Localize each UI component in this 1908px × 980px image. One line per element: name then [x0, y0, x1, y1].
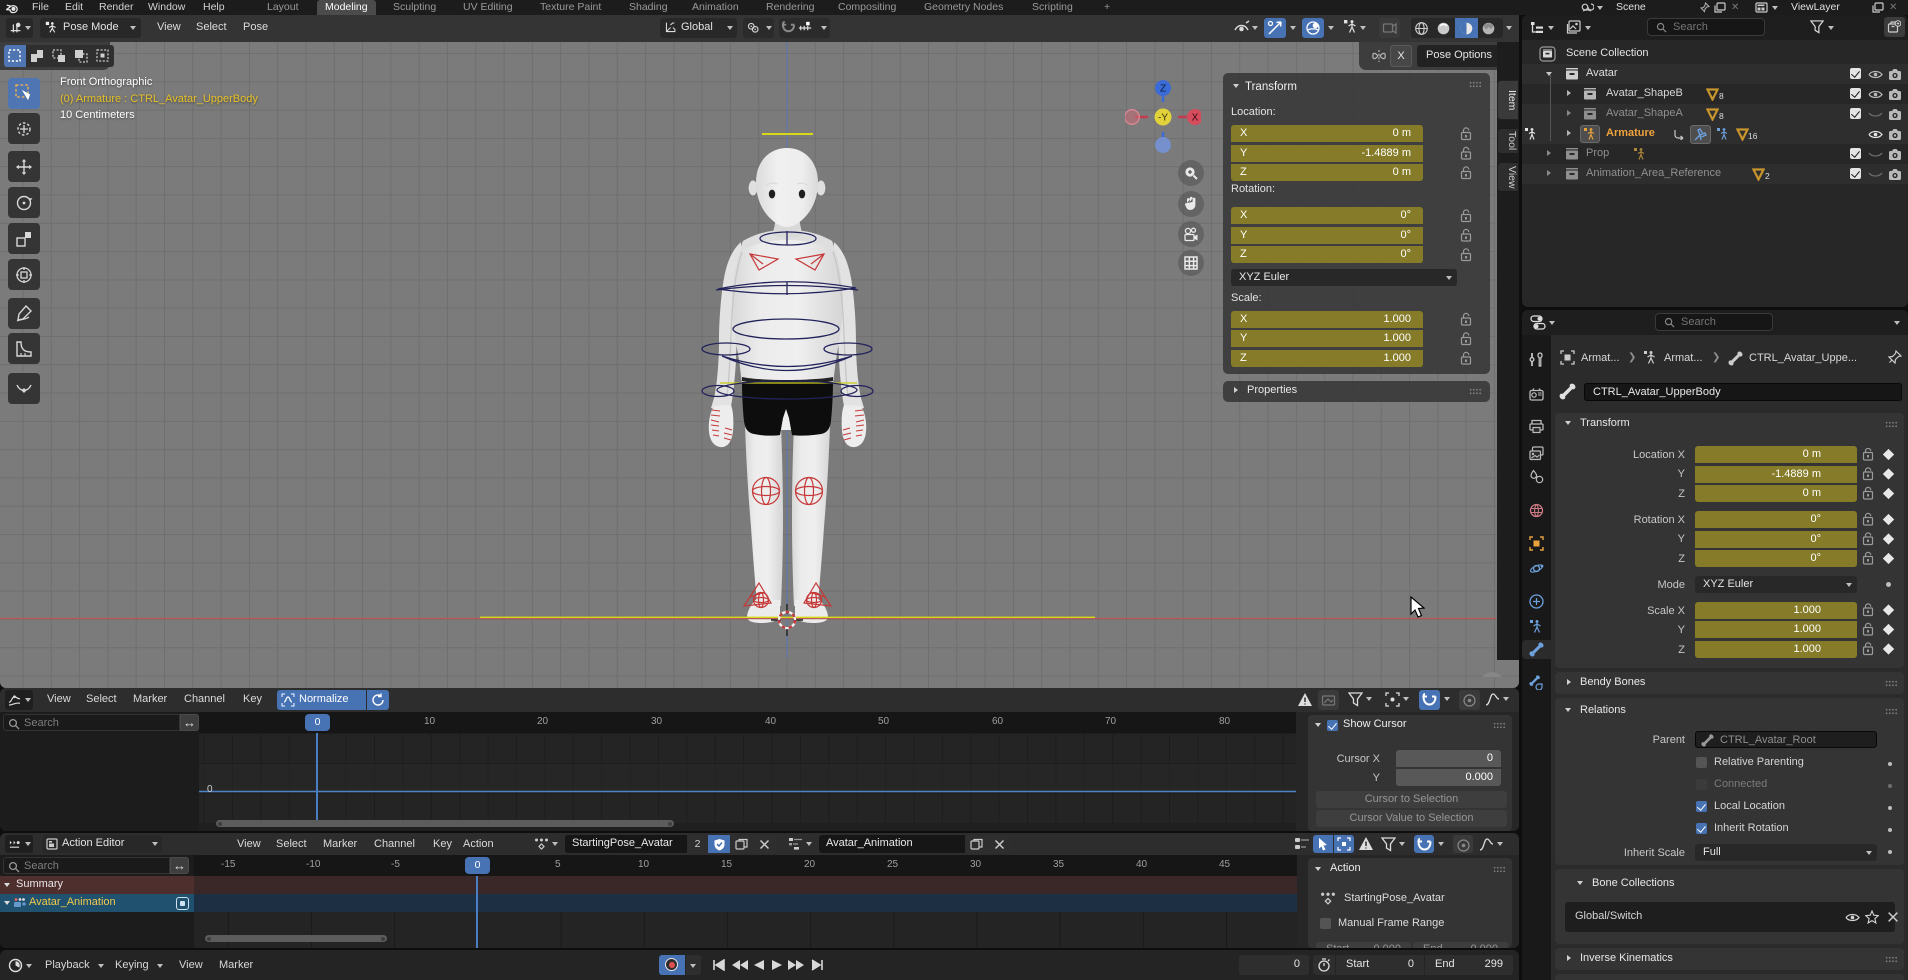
svg-text:-Y: -Y	[1158, 113, 1168, 124]
svg-text:Z: Z	[1160, 84, 1166, 95]
svg-text:X: X	[1192, 113, 1199, 124]
